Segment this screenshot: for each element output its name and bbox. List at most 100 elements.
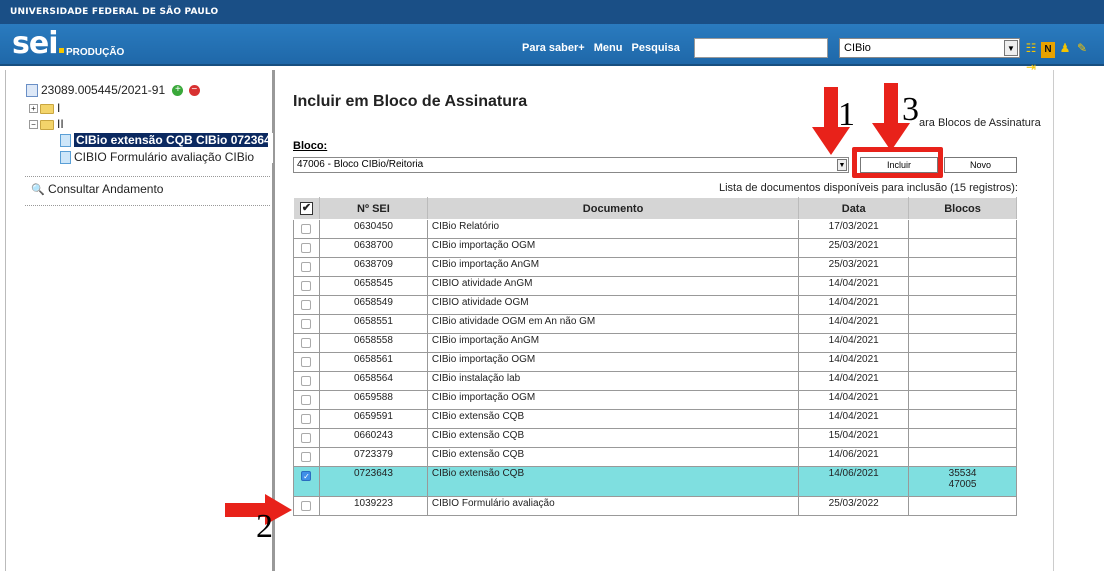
- novo-button[interactable]: Novo: [944, 157, 1017, 173]
- note-icon[interactable]: N: [1041, 42, 1055, 58]
- row-checkbox-cell[interactable]: [293, 257, 320, 277]
- table-row[interactable]: 0658561 CIBio importação OGM 14/04/2021: [293, 352, 1017, 372]
- unit-select[interactable]: CIBio ▼: [839, 38, 1020, 58]
- row-checkbox[interactable]: [301, 357, 312, 367]
- cell-sei: 0658551: [318, 314, 428, 334]
- row-checkbox-cell[interactable]: [293, 409, 320, 429]
- row-checkbox[interactable]: [301, 452, 312, 462]
- cell-documento-text: CIBio importação AnGM: [431, 335, 540, 346]
- tools-icon[interactable]: ✎: [1075, 40, 1089, 56]
- add-icon[interactable]: +: [172, 85, 184, 97]
- row-checkbox-cell[interactable]: [293, 333, 320, 353]
- table-row[interactable]: 0660243 CIBio extensão CQB 15/04/2021: [293, 428, 1017, 448]
- row-checkbox-cell[interactable]: [293, 371, 320, 391]
- doc-1-label: CIBio extensão CQB CIBio 072364: [74, 133, 273, 147]
- table-row[interactable]: 0659591 CIBio extensão CQB 14/04/2021: [293, 409, 1017, 429]
- tree-doc-1[interactable]: CIBio extensão CQB CIBio 072364: [60, 133, 273, 148]
- chevron-down-icon[interactable]: ▼: [837, 159, 847, 171]
- environment-label: PRODUÇÃO: [66, 47, 125, 58]
- nav-menu[interactable]: Menu: [594, 42, 623, 54]
- table-row[interactable]: 0638709 CIBio importação AnGM 25/03/2021: [293, 257, 1017, 277]
- table-row[interactable]: 0658549 CIBIO atividade OGM 14/04/2021: [293, 295, 1017, 315]
- row-checkbox[interactable]: [301, 243, 312, 253]
- row-checkbox[interactable]: [301, 262, 312, 272]
- row-checkbox-cell[interactable]: [293, 447, 320, 467]
- tree-doc-2[interactable]: CIBIO Formulário avaliação CIBio: [60, 150, 254, 165]
- row-checkbox[interactable]: ✓: [301, 471, 312, 481]
- exit-icon[interactable]: ⇥: [1024, 59, 1038, 75]
- table-row[interactable]: 0658545 CIBIO atividade AnGM 14/04/2021: [293, 276, 1017, 296]
- search-input[interactable]: [694, 38, 828, 58]
- row-checkbox-cell[interactable]: [293, 496, 320, 516]
- row-checkbox[interactable]: [301, 433, 312, 443]
- table-row[interactable]: 0630450 CIBio Relatório 17/03/2021: [293, 219, 1017, 239]
- bloco-select[interactable]: 47006 - Bloco CIBio/Reitoria ▼: [293, 157, 849, 173]
- row-checkbox-cell[interactable]: [293, 238, 320, 258]
- divider: [25, 205, 270, 206]
- nav-pesquisa[interactable]: Pesquisa: [632, 42, 680, 54]
- cell-sei: 0658545: [318, 276, 428, 296]
- cell-documento-text: CIBio extensão CQB: [431, 468, 525, 479]
- row-checkbox[interactable]: [301, 224, 312, 234]
- cell-blocos: [908, 219, 1017, 239]
- table-row[interactable]: 0638700 CIBio importação OGM 25/03/2021: [293, 238, 1017, 258]
- row-checkbox-cell[interactable]: [293, 276, 320, 296]
- cell-blocos: 35534 47005: [908, 466, 1017, 497]
- row-checkbox-cell[interactable]: ✓: [293, 466, 320, 497]
- table-row[interactable]: 0723379 CIBio extensão CQB 14/06/2021: [293, 447, 1017, 467]
- table-row[interactable]: 1039223 CIBIO Formulário avaliação 25/03/2…: [293, 496, 1017, 516]
- remove-icon[interactable]: −: [188, 85, 200, 97]
- table-row[interactable]: 0658564 CIBio instalação lab 14/04/2021: [293, 371, 1017, 391]
- cell-sei: 0658561: [318, 352, 428, 372]
- table-row[interactable]: 0659588 CIBio importação OGM 14/04/2021: [293, 390, 1017, 410]
- cell-blocos: [908, 409, 1017, 429]
- cell-blocos: [908, 295, 1017, 315]
- cell-data-text: 14/06/2021: [828, 468, 879, 479]
- row-checkbox-cell[interactable]: [293, 219, 320, 239]
- user-icon[interactable]: ♟: [1058, 40, 1072, 56]
- tree-folder-2[interactable]: − II: [29, 117, 64, 131]
- row-checkbox-cell[interactable]: [293, 295, 320, 315]
- header-data[interactable]: Data: [798, 197, 910, 220]
- row-checkbox[interactable]: [301, 319, 312, 329]
- row-checkbox-cell[interactable]: [293, 390, 320, 410]
- row-checkbox[interactable]: [301, 501, 312, 511]
- select-all-checkbox[interactable]: ✔: [299, 202, 313, 215]
- row-checkbox-cell[interactable]: [293, 314, 320, 334]
- table-row[interactable]: ✓ 0723643 CIBio extensão CQB 14/06/2021 3553…: [293, 466, 1017, 497]
- cell-data-text: 14/04/2021: [828, 335, 879, 346]
- row-checkbox[interactable]: [301, 395, 312, 405]
- cell-sei-text: 0658551: [353, 316, 393, 327]
- table-row[interactable]: 0658558 CIBio importação AnGM 14/04/2021: [293, 333, 1017, 353]
- row-checkbox[interactable]: [301, 414, 312, 424]
- select-all-header[interactable]: ✔: [293, 197, 320, 220]
- list-icon[interactable]: ☷: [1024, 40, 1038, 56]
- row-checkbox-cell[interactable]: [293, 428, 320, 448]
- back-to-blocks-link[interactable]: ara Blocos de Assinatura: [919, 117, 1041, 129]
- cell-documento-text: CIBIO Formulário avaliação: [431, 498, 555, 509]
- consultar-andamento-link[interactable]: 🔍 Consultar Andamento: [31, 182, 163, 196]
- cell-blocos: [908, 257, 1017, 277]
- tree-process[interactable]: 23089.005445/2021-91 + −: [26, 83, 200, 98]
- cell-documento: CIBio importação OGM: [426, 390, 800, 410]
- row-checkbox[interactable]: [301, 338, 312, 348]
- header-documento[interactable]: Documento: [426, 197, 800, 220]
- header-blocos[interactable]: Blocos: [908, 197, 1017, 220]
- row-checkbox[interactable]: [301, 376, 312, 386]
- header-sei[interactable]: Nº SEI: [318, 197, 428, 220]
- process-number: 23089.005445/2021-91: [41, 83, 166, 97]
- row-checkbox-cell[interactable]: [293, 352, 320, 372]
- cell-documento: CIBIO atividade OGM: [426, 295, 800, 315]
- tree-clip: [268, 133, 273, 163]
- expand-icon[interactable]: +: [29, 104, 38, 114]
- chevron-down-icon[interactable]: ▼: [1004, 40, 1018, 56]
- cell-data: 14/04/2021: [798, 314, 910, 334]
- cell-documento: CIBio Relatório: [426, 219, 800, 239]
- row-checkbox[interactable]: [301, 300, 312, 310]
- tree-folder-1[interactable]: + I: [29, 101, 60, 115]
- sei-logo[interactable]: sei: [12, 26, 64, 61]
- table-row[interactable]: 0658551 CIBio atividade OGM em An não GM 1…: [293, 314, 1017, 334]
- nav-para-saber[interactable]: Para saber+: [522, 42, 585, 54]
- row-checkbox[interactable]: [301, 281, 312, 291]
- collapse-icon[interactable]: −: [29, 120, 38, 130]
